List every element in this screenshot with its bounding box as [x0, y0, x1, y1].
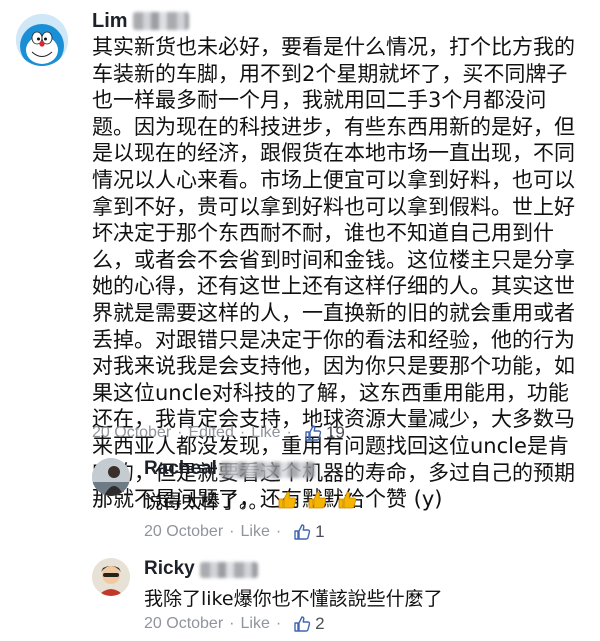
profile-photo-icon — [92, 458, 130, 496]
comment-date[interactable]: 20 October — [144, 523, 223, 541]
comment-author-name[interactable]: Lim — [92, 10, 128, 33]
reply-ricky: Ricky 我除了like爆你也不懂該說些什麼了 20 October · Li… — [0, 550, 600, 641]
like-button[interactable]: Like — [240, 615, 269, 633]
thumbs-up-icon — [294, 524, 311, 540]
profile-photo-icon — [92, 558, 130, 596]
avatar[interactable] — [16, 14, 68, 66]
meta-separator: · — [275, 523, 282, 540]
comment-meta: 20 October · Edited · Like · 19 — [92, 423, 345, 443]
meta-separator: · — [239, 424, 246, 441]
comment-lim: Lim 其实新货也未必好，要看是什么情况，打个比方我的车装新的车脚，用不到2个星… — [0, 0, 600, 511]
comment-body-text: 说得太棒了。。 — [144, 491, 268, 513]
thumbs-up-emoji-icon — [308, 491, 326, 509]
comment-date[interactable]: 20 October — [92, 424, 171, 442]
thumbs-up-emoji-icon — [338, 491, 356, 509]
like-count: 2 — [315, 614, 325, 633]
edited-label[interactable]: Edited — [188, 424, 233, 442]
avatar[interactable] — [92, 458, 130, 496]
thumbs-up-icon — [294, 616, 311, 632]
redacted-surname — [133, 12, 189, 30]
comment-author-name[interactable]: Ricky — [144, 558, 195, 580]
meta-separator: · — [229, 523, 235, 540]
comment-author-name[interactable]: Racheal — [144, 458, 217, 480]
doraemon-avatar-icon — [16, 14, 68, 66]
redacted-surname — [220, 462, 316, 478]
meta-separator: · — [229, 615, 235, 632]
like-button[interactable]: Like — [240, 523, 269, 541]
like-count: 19 — [325, 423, 345, 442]
like-button[interactable]: Like — [251, 424, 280, 442]
meta-separator: · — [177, 424, 183, 441]
comment-meta: 20 October · Like · 2 — [144, 614, 325, 634]
comment-meta: 20 October · Like · 1 — [144, 522, 325, 542]
comment-body: 说得太棒了。。 — [144, 487, 358, 514]
like-count: 1 — [315, 522, 325, 541]
thumbs-up-emoji-icon — [278, 491, 296, 509]
reply-racheal: Racheal 说得太棒了。。 20 October · Like · 1 — [0, 450, 600, 550]
redacted-surname — [200, 562, 258, 578]
avatar[interactable] — [92, 558, 130, 596]
comment-body: 我除了like爆你也不懂該說些什麼了 — [144, 588, 443, 610]
comment-date[interactable]: 20 October — [144, 615, 223, 633]
thumbs-up-icon — [305, 425, 322, 441]
meta-separator: · — [275, 615, 282, 632]
meta-separator: · — [286, 424, 292, 441]
